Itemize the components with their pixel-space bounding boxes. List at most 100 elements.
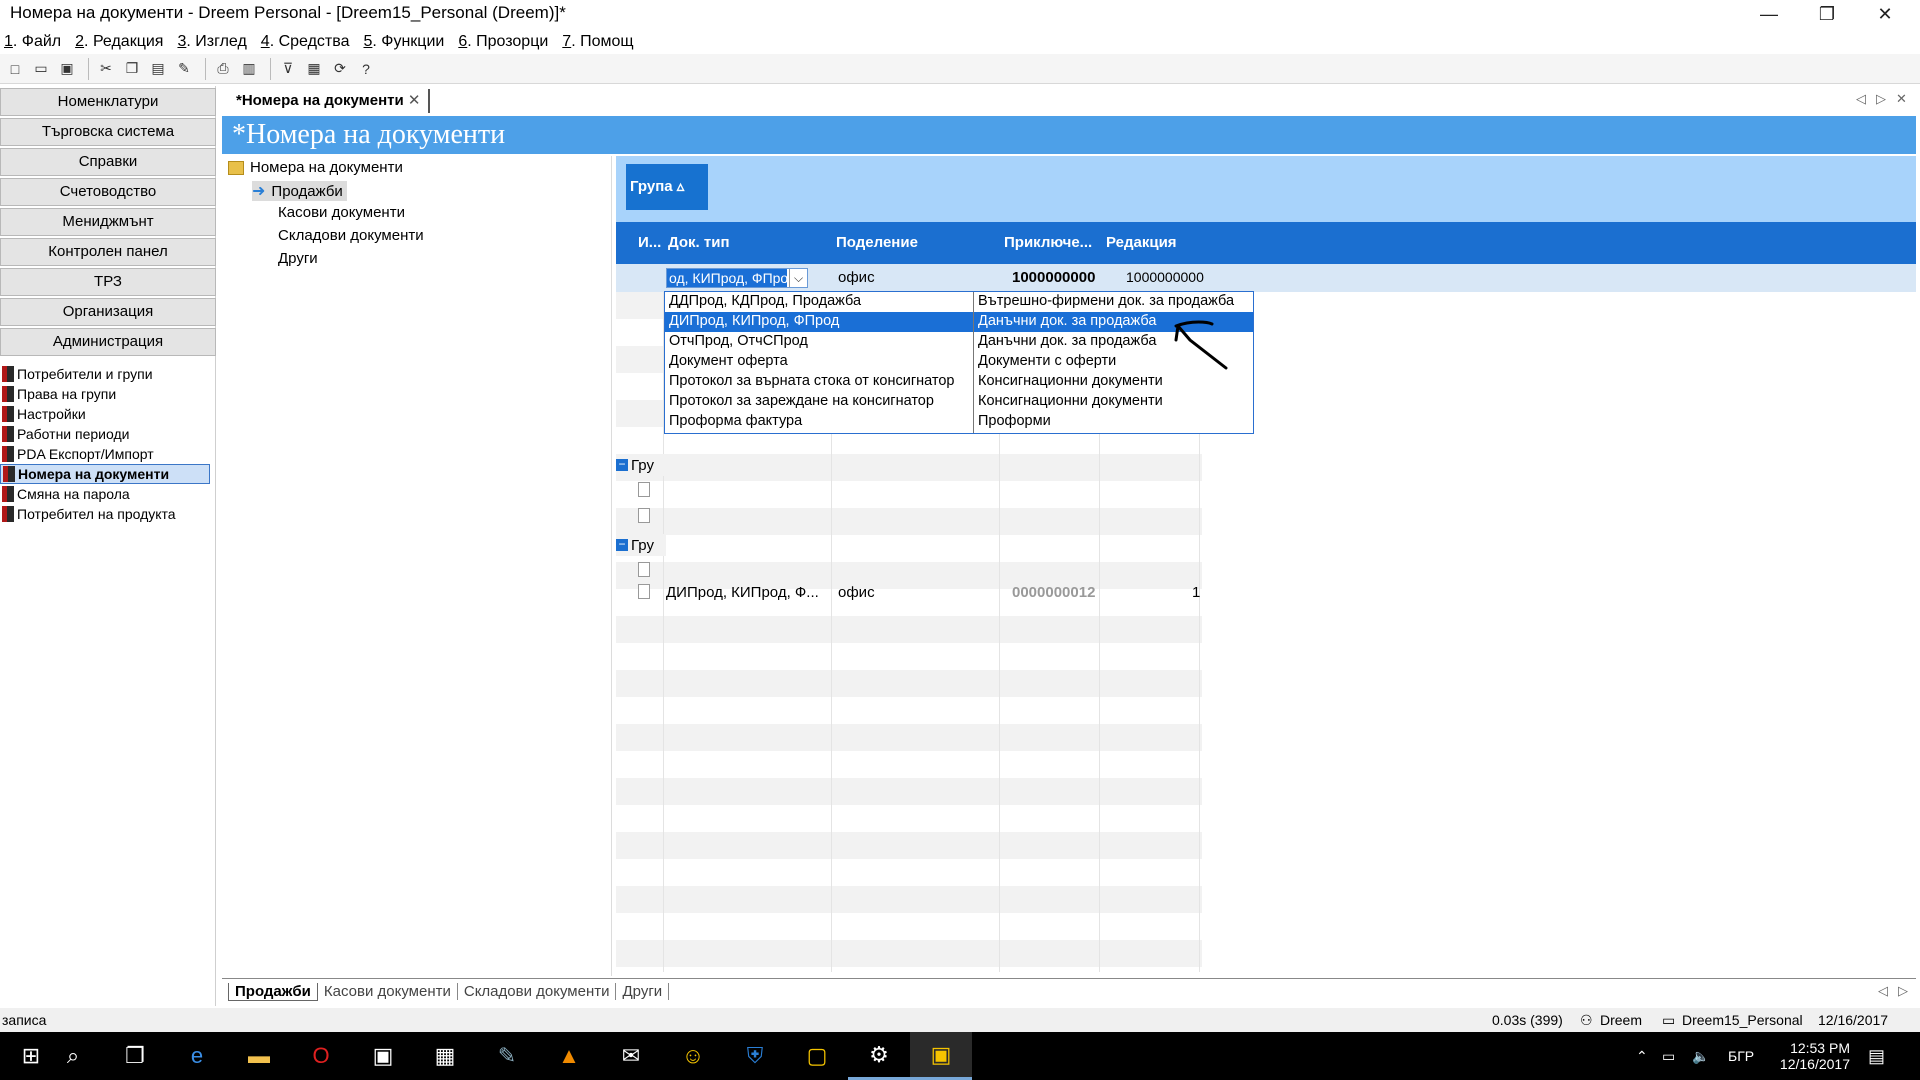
cut-icon[interactable]: ✂: [95, 58, 117, 80]
print-icon[interactable]: ⎙: [212, 58, 234, 80]
tab-document-numbers[interactable]: *Номера на документи ✕: [230, 89, 431, 113]
volume-icon[interactable]: 🔈: [1692, 1032, 1709, 1080]
menu-help[interactable]: 7. Помощ: [562, 33, 633, 51]
network-icon[interactable]: ▭: [1662, 1032, 1675, 1080]
save-icon[interactable]: ▣: [56, 58, 78, 80]
chevron-down-icon[interactable]: ⌵: [789, 269, 807, 287]
tree-root[interactable]: Номера на документи: [228, 159, 403, 176]
dropdown-option[interactable]: ОтчПрод, ОтчСПрод Данъчни док. за продажб…: [665, 332, 1253, 352]
nav-item-product-user[interactable]: Потребител на продукта: [0, 504, 216, 524]
column-header-division[interactable]: Поделение: [836, 222, 918, 264]
task-view-icon[interactable]: ❐: [104, 1032, 166, 1080]
search-icon[interactable]: ⌕: [42, 1032, 104, 1080]
input-language[interactable]: БГР: [1728, 1032, 1754, 1080]
nav-item-group-rights[interactable]: Права на групи: [0, 384, 216, 404]
dreem-app-icon[interactable]: ▣: [910, 1032, 972, 1080]
eraser-icon[interactable]: ✎: [173, 58, 195, 80]
menu-functions[interactable]: 5. Функции: [363, 33, 444, 51]
group-by-button[interactable]: Група ▵: [626, 164, 708, 210]
bottom-tab-sales[interactable]: Продажби: [228, 982, 318, 1001]
copy-icon[interactable]: ❐: [121, 58, 143, 80]
collapse-icon[interactable]: −: [616, 538, 628, 551]
group-row[interactable]: − Гру: [616, 454, 666, 476]
restore-button[interactable]: ❐: [1798, 0, 1856, 30]
bottom-tab-cash-documents[interactable]: Касови документи: [318, 983, 458, 1000]
close-button[interactable]: ✕: [1856, 0, 1914, 30]
bottom-tab-other[interactable]: Други: [616, 983, 670, 1000]
tree-item-warehouse-documents[interactable]: Складови документи: [278, 227, 424, 244]
edit-filter[interactable]: 1000000000: [1126, 269, 1204, 285]
bottom-next-icon[interactable]: ▷: [1898, 983, 1908, 999]
nav-button-management[interactable]: Мениджмънт: [0, 208, 216, 236]
dropdown-option[interactable]: Документ оферта Документи с оферти: [665, 352, 1253, 372]
defender-icon[interactable]: ⛨: [724, 1032, 786, 1080]
nav-button-trade-system[interactable]: Търговска система: [0, 118, 216, 146]
division-filter[interactable]: офис: [838, 269, 875, 286]
paste-icon[interactable]: ▤: [147, 58, 169, 80]
help-icon[interactable]: ?: [355, 58, 377, 80]
edge-icon[interactable]: e: [166, 1032, 228, 1080]
open-icon[interactable]: ▭: [30, 58, 52, 80]
tree-item-other[interactable]: Други: [278, 250, 318, 267]
menu-view[interactable]: 3. Изглед: [177, 33, 246, 51]
clock[interactable]: 12:53 PM 12/16/2017: [1774, 1032, 1850, 1080]
dropdown-option[interactable]: Проформа фактура Проформи: [665, 412, 1253, 432]
calculator-icon[interactable]: ▦: [414, 1032, 476, 1080]
nav-button-accounting[interactable]: Счетоводство: [0, 178, 216, 206]
doc-type-input[interactable]: од, КИПрод, ФПрод: [667, 269, 787, 287]
bottom-prev-icon[interactable]: ◁: [1878, 983, 1888, 999]
paint-icon[interactable]: ✎: [476, 1032, 538, 1080]
tree-item-cash-documents[interactable]: Касови документи: [278, 204, 405, 221]
table-row[interactable]: ДИПрод, КИПрод, Ф... офис 0000000012 1: [666, 582, 1202, 604]
minimize-button[interactable]: —: [1740, 0, 1798, 30]
nav-item-work-periods[interactable]: Работни периоди: [0, 424, 216, 444]
nav-button-administration[interactable]: Администрация: [0, 328, 216, 356]
tab-strip-close-icon[interactable]: ✕: [1896, 91, 1907, 107]
group-row[interactable]: − Гру: [616, 534, 666, 556]
collapse-icon[interactable]: −: [616, 458, 628, 471]
sticky-app-icon[interactable]: ▢: [786, 1032, 848, 1080]
filter-icon[interactable]: ⊽: [277, 58, 299, 80]
tab-prev-icon[interactable]: ◁: [1856, 91, 1866, 107]
dropdown-option[interactable]: Протокол за върната стока от консигнатор…: [665, 372, 1253, 392]
window-icon[interactable]: ▦: [303, 58, 325, 80]
notification-icon[interactable]: ▤: [1868, 1032, 1885, 1080]
refresh-icon[interactable]: ⟳: [329, 58, 351, 80]
menu-windows[interactable]: 6. Прозорци: [458, 33, 548, 51]
mail-icon[interactable]: ✉: [600, 1032, 662, 1080]
tab-next-icon[interactable]: ▷: [1876, 91, 1886, 107]
dropdown-option[interactable]: ДДПрод, КДПрод, Продажба Вътрешно-фирмени…: [665, 292, 1253, 312]
nav-item-document-numbers[interactable]: Номера на документи: [0, 464, 210, 484]
nav-button-organization[interactable]: Организация: [0, 298, 216, 326]
settings-gear-icon[interactable]: ⚙: [848, 1032, 910, 1080]
tree-item-sales[interactable]: ➜ Продажби: [252, 181, 347, 201]
print-preview-icon[interactable]: ▥: [238, 58, 260, 80]
column-header-edit[interactable]: Редакция: [1106, 222, 1177, 264]
nav-button-payroll[interactable]: ТРЗ: [0, 268, 216, 296]
menu-edit[interactable]: 2. Редакция: [75, 33, 163, 51]
nav-item-users-groups[interactable]: Потребители и групи: [0, 364, 216, 384]
nav-button-nomenclatures[interactable]: Номенклатури: [0, 88, 216, 116]
tab-close-icon[interactable]: ✕: [408, 92, 421, 109]
nav-item-change-password[interactable]: Смяна на парола: [0, 484, 216, 504]
nav-button-control-panel[interactable]: Контролен панел: [0, 238, 216, 266]
menu-file[interactable]: 1. Файл: [4, 33, 61, 51]
vlc-icon[interactable]: ▲: [538, 1032, 600, 1080]
store-icon[interactable]: ▣: [352, 1032, 414, 1080]
dropdown-option[interactable]: Протокол за зареждане на консигнатор Конс…: [665, 392, 1253, 412]
dropdown-option-selected[interactable]: ДИПрод, КИПрод, ФПрод Данъчни док. за про…: [665, 312, 1253, 332]
nav-item-pda-export-import[interactable]: PDA Експорт/Импорт: [0, 444, 216, 464]
doc-type-combo[interactable]: од, КИПрод, ФПрод ⌵: [666, 268, 808, 288]
bottom-tab-warehouse-documents[interactable]: Складови документи: [458, 983, 617, 1000]
file-explorer-icon[interactable]: ▬: [228, 1032, 290, 1080]
new-icon[interactable]: □: [4, 58, 26, 80]
column-header-doc-type[interactable]: Док. тип: [668, 222, 730, 264]
tray-chevron-up-icon[interactable]: ⌃: [1636, 1032, 1648, 1080]
column-header-closing[interactable]: Приключе...: [1004, 222, 1092, 264]
menu-tools[interactable]: 4. Средства: [261, 33, 350, 51]
column-header-id[interactable]: И...: [638, 222, 661, 264]
smiley-app-icon[interactable]: ☺: [662, 1032, 724, 1080]
closing-filter[interactable]: 1000000000: [1012, 269, 1095, 286]
nav-item-settings[interactable]: Настройки: [0, 404, 216, 424]
opera-icon[interactable]: O: [290, 1032, 352, 1080]
